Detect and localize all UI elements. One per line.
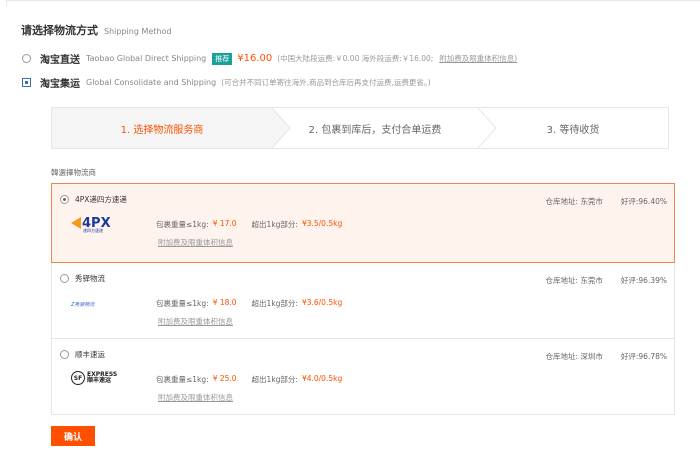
provider-name: 4PX递四方速递 [75, 195, 127, 204]
step-2-chevron [477, 108, 497, 148]
first-kg-label: 包裹重量≤1kg: [156, 220, 209, 229]
step-chevrons [271, 108, 497, 148]
method-consolidate-shipping[interactable]: 淘宝集运 Global Consolidate and Shipping (可合… [22, 75, 431, 90]
section-subtitle: Shipping Method [104, 27, 172, 36]
4px-logo-sub: 递四方速递 [83, 228, 103, 233]
provider-radio[interactable] [60, 274, 69, 283]
method-direct-name: 淘宝直送 [40, 55, 80, 66]
providers-label: 韓選擇物流商 [51, 168, 96, 177]
sf-logo-text: EXPRESS 顺丰速运 [87, 372, 117, 384]
method-direct-surcharge-link[interactable]: 附加费及限重体积信息) [439, 53, 517, 64]
extra-kg-label: 超出1kg部分: [251, 299, 298, 308]
panel-top-border [6, 0, 700, 6]
surcharge-link[interactable]: 附加费及限重体积信息 [158, 316, 233, 327]
extra-kg-label: 超出1kg部分: [251, 220, 298, 229]
rating: 好评:96.40% [620, 197, 667, 206]
provider-header: 秀驿物流 [60, 273, 105, 284]
step-1-arrow [272, 108, 290, 148]
4px-logo-mark: 4PX 递四方速递 [71, 216, 111, 233]
provider-name: 顺丰速运 [75, 350, 105, 359]
provider-meta: 仓库地址: 深圳市 好评:96.78% [545, 351, 667, 362]
method-direct-note: (中国大陆段运费:￥0.00 海外段运费:￥16.00; [277, 54, 434, 63]
provider-header: 顺丰速运 [60, 349, 105, 360]
surcharge-link[interactable]: 附加费及限重体积信息 [158, 237, 233, 248]
xiuyi-logo: Z秀驿物流 [71, 295, 94, 313]
warehouse-address: 仓库地址: 深圳市 [545, 352, 603, 361]
progress-steps: 1. 选择物流服务商 2. 包裹到库后，支付合单运费 3. 等待收货 [51, 107, 669, 149]
method-consolidate-checkbox[interactable] [22, 78, 31, 87]
surcharge-link[interactable]: 附加费及限重体积信息 [158, 392, 233, 403]
method-direct-shipping[interactable]: 淘宝直送 Taobao Global Direct Shipping 推荐 ¥1… [22, 51, 517, 66]
4px-flag-icon [71, 217, 81, 229]
4px-logo: 4PX 递四方速递 [71, 214, 111, 233]
provider-option-4px[interactable]: 4PX递四方速递 仓库地址: 东莞市 好评:96.40% 4PX 递四方速递 包… [51, 183, 675, 263]
sf-logo-line2: 顺丰速运 [87, 377, 112, 384]
provider-option-sf-express[interactable]: 顺丰速运 仓库地址: 深圳市 好评:96.78% SF EXPRESS 顺丰速运… [51, 339, 675, 415]
method-direct-en: Taobao Global Direct Shipping [86, 54, 207, 63]
recommend-badge: 推荐 [212, 52, 233, 65]
first-kg-price: ¥ 17.0 [212, 219, 237, 228]
first-kg-label: 包裹重量≤1kg: [156, 299, 209, 308]
method-consolidate-name: 淘宝集运 [40, 79, 80, 90]
provider-header: 4PX递四方速递 [60, 194, 127, 205]
rating: 好评:96.39% [620, 276, 667, 285]
provider-radio[interactable] [60, 350, 69, 359]
price-info: 包裹重量≤1kg: ¥ 25.0 超出1kg部分: ¥4.0/0.5kg [156, 374, 342, 385]
first-kg-price: ¥ 25.0 [212, 374, 237, 383]
method-direct-radio[interactable] [22, 54, 31, 63]
provider-meta: 仓库地址: 东莞市 好评:96.39% [545, 275, 667, 286]
rating: 好评:96.78% [620, 352, 667, 361]
first-kg-price: ¥ 18.0 [212, 298, 237, 307]
first-kg-label: 包裹重量≤1kg: [156, 375, 209, 384]
sf-logo-mark: SF [71, 371, 85, 385]
xiuyi-logo-text: Z秀驿物流 [71, 301, 95, 308]
warehouse-address: 仓库地址: 东莞市 [545, 276, 603, 285]
extra-kg-price: ¥3.5/0.5kg [301, 219, 343, 228]
warehouse-address: 仓库地址: 东莞市 [545, 197, 603, 206]
extra-kg-price: ¥4.0/0.5kg [301, 374, 343, 383]
method-consolidate-note: (可合并不同订单寄往海外,商品到合库后再支付运费,运费更省。) [221, 78, 431, 87]
extra-kg-price: ¥3.6/0.5kg [301, 298, 343, 307]
extra-kg-label: 超出1kg部分: [251, 375, 298, 384]
provider-name: 秀驿物流 [75, 274, 105, 283]
provider-radio[interactable] [60, 195, 69, 204]
price-info: 包裹重量≤1kg: ¥ 18.0 超出1kg部分: ¥3.6/0.5kg [156, 298, 342, 309]
method-direct-price: ¥16.00 [237, 53, 273, 64]
section-title: 请选择物流方式 [21, 24, 98, 37]
method-consolidate-en: Global Consolidate and Shipping [86, 78, 217, 87]
confirm-button[interactable]: 确认 [51, 426, 95, 446]
provider-meta: 仓库地址: 东莞市 好评:96.40% [545, 196, 667, 207]
provider-option-xiuyi[interactable]: 秀驿物流 仓库地址: 东莞市 好评:96.39% Z秀驿物流 包裹重量≤1kg:… [51, 263, 675, 339]
section-header: 请选择物流方式 Shipping Method [21, 22, 171, 38]
price-info: 包裹重量≤1kg: ¥ 17.0 超出1kg部分: ¥3.5/0.5kg [156, 219, 342, 230]
sf-express-logo: SF EXPRESS 顺丰速运 [71, 369, 117, 387]
